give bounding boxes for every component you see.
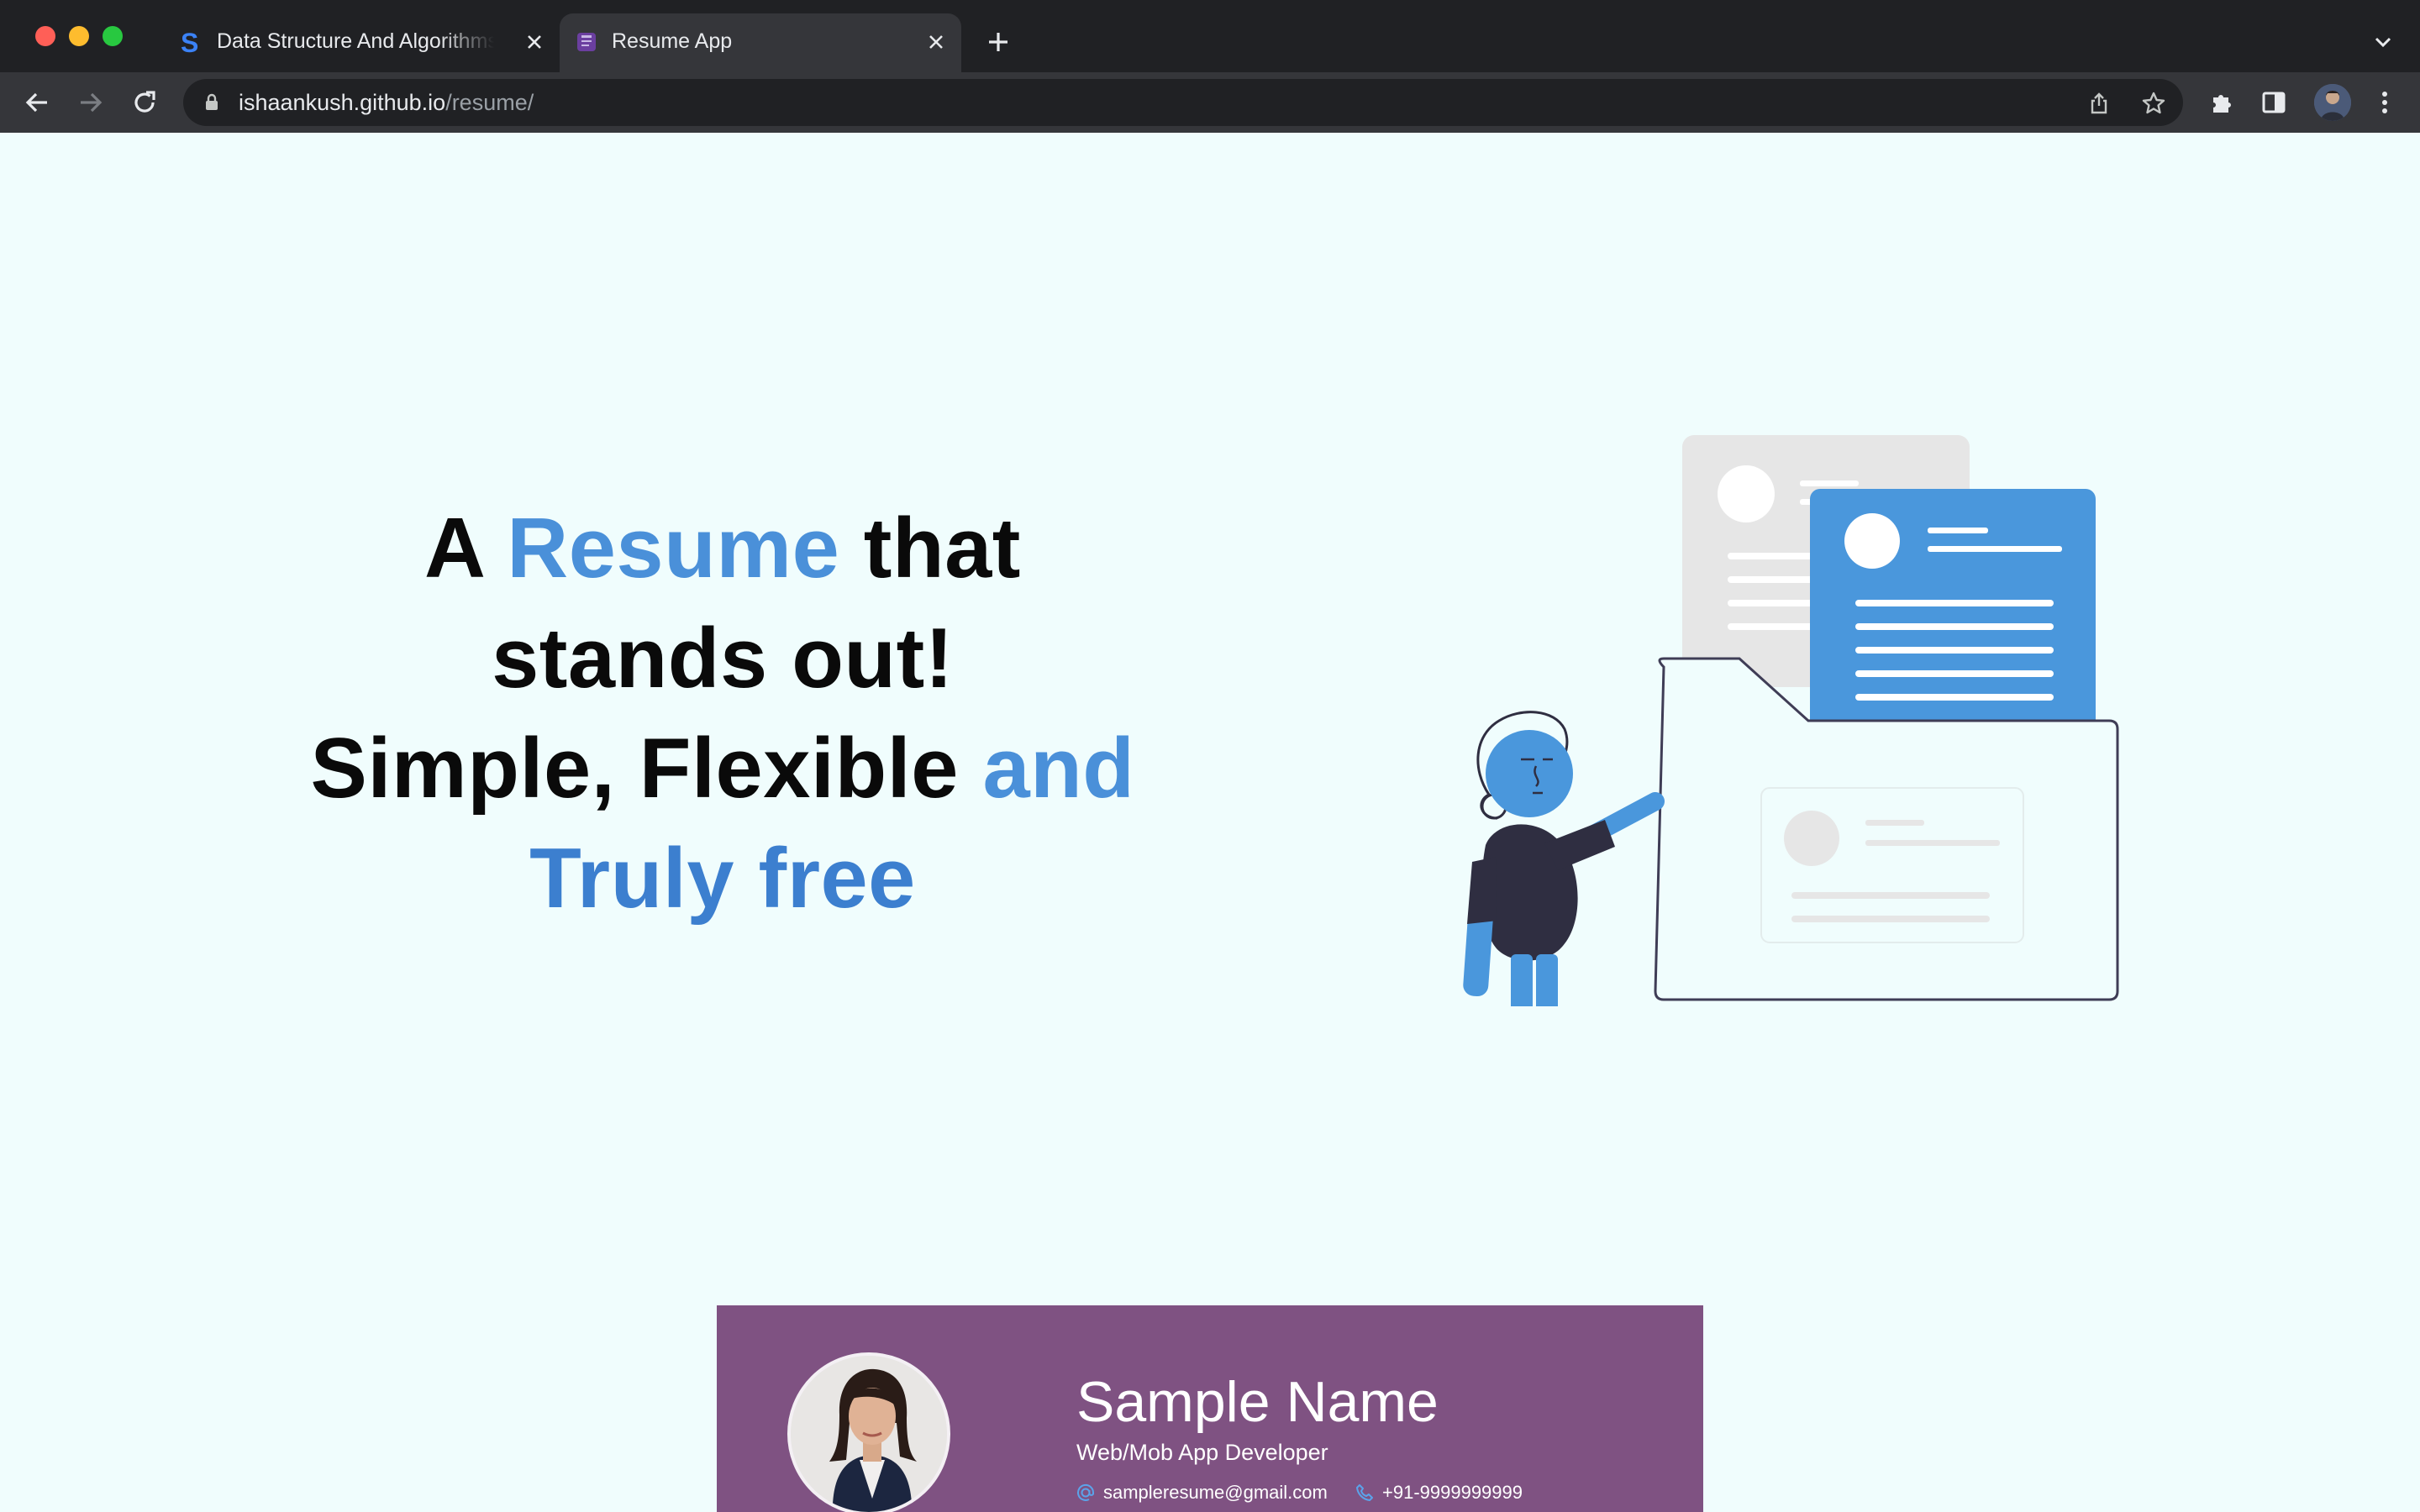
- tab-close-icon[interactable]: [523, 30, 546, 54]
- resume-preview-card[interactable]: Sample Name Web/Mob App Developer sample…: [717, 1305, 1703, 1512]
- hero-text: that: [839, 501, 1021, 596]
- hero-accent-and: and: [982, 722, 1135, 816]
- tab-resume-app[interactable]: Resume App: [560, 13, 961, 72]
- resume-phone: +91-9999999999: [1355, 1482, 1523, 1504]
- url-path: /resume/: [445, 90, 534, 115]
- browser-tab-strip: S Data Structure And Algorithms Resume A…: [0, 0, 2420, 72]
- arrow-right-icon[interactable]: [74, 86, 108, 119]
- hero-line-2: stands out!: [492, 612, 954, 706]
- at-sign-icon: [1076, 1483, 1095, 1502]
- hero-text: Simple, Flexible: [310, 722, 983, 816]
- tab-search-chevron-down-icon[interactable]: [2368, 27, 2398, 57]
- tab-close-icon[interactable]: [924, 30, 948, 54]
- resume-email-text: sampleresume@gmail.com: [1103, 1482, 1328, 1503]
- side-panel-icon[interactable]: [2257, 86, 2291, 119]
- resume-phone-text: +91-9999999999: [1382, 1482, 1523, 1503]
- hero-line-4: Truly free: [529, 832, 916, 926]
- window-minimize-button[interactable]: [69, 26, 89, 46]
- phone-icon: [1355, 1483, 1374, 1502]
- window-zoom-button[interactable]: [103, 26, 123, 46]
- tab-title: Resume App: [612, 29, 733, 53]
- resume-name: Sample Name: [1076, 1370, 1439, 1434]
- reload-icon[interactable]: [128, 86, 161, 119]
- browser-toolbar: ishaankush.github.io/resume/: [0, 72, 2420, 133]
- address-url: ishaankush.github.io/resume/: [239, 79, 534, 126]
- tab-data-structure-and-algorithms[interactable]: S Data Structure And Algorithms: [165, 13, 560, 72]
- hero-line-3: Simple, Flexible and: [252, 714, 1193, 824]
- lock-icon[interactable]: [202, 92, 222, 113]
- resume-folder-illustration: [1463, 435, 2119, 1006]
- page-viewport: A Resume that stands out! Simple, Flexib…: [0, 133, 2420, 1512]
- s-logo-icon: S: [178, 29, 205, 55]
- hero-heading: A Resume that stands out! Simple, Flexib…: [252, 494, 1193, 934]
- address-bar[interactable]: ishaankush.github.io/resume/: [183, 79, 2183, 126]
- resume-app-icon: [573, 29, 600, 55]
- hero-accent-resume: Resume: [507, 501, 840, 596]
- hero-text: A: [424, 501, 508, 596]
- profile-avatar[interactable]: [2314, 84, 2351, 121]
- tab-title: Data Structure And Algorithms: [217, 29, 494, 53]
- kebab-menu-icon[interactable]: [2368, 86, 2402, 119]
- new-tab-plus-icon[interactable]: [983, 27, 1013, 57]
- url-host: ishaankush.github.io: [239, 90, 446, 115]
- window-close-button[interactable]: [35, 26, 55, 46]
- star-icon[interactable]: [2139, 89, 2168, 118]
- hero-line-1: A Resume that: [252, 494, 1193, 604]
- resume-email: sampleresume@gmail.com: [1076, 1482, 1328, 1504]
- resume-role: Web/Mob App Developer: [1076, 1440, 1328, 1465]
- share-icon[interactable]: [2085, 89, 2113, 118]
- svg-text:S: S: [181, 29, 198, 55]
- puzzle-icon[interactable]: [2205, 86, 2238, 119]
- resume-photo: [787, 1352, 950, 1512]
- arrow-left-icon[interactable]: [20, 86, 54, 119]
